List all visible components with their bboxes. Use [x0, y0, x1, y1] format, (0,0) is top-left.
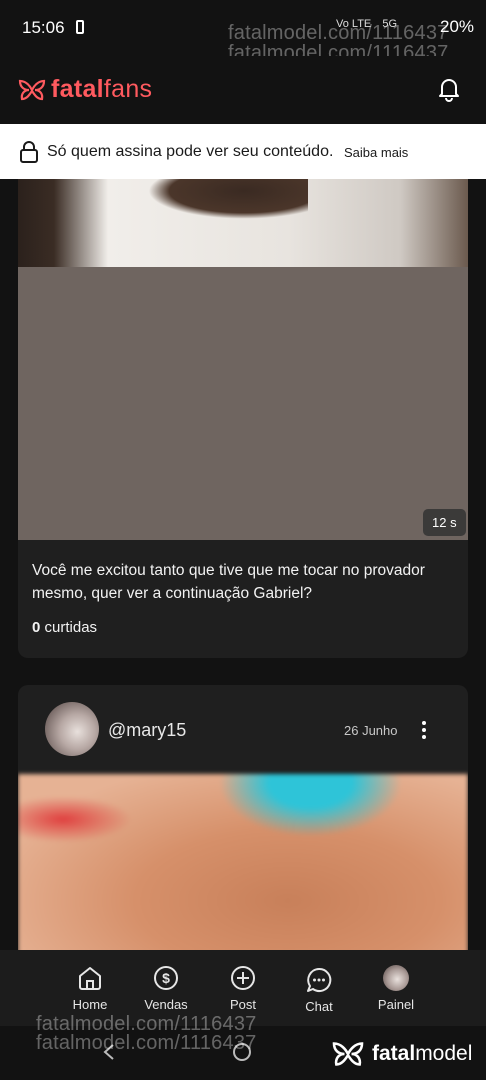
- butterfly-logo-icon: [332, 1042, 364, 1066]
- subscription-banner: Só quem assina pode ver seu conteúdo. Sa…: [0, 124, 486, 179]
- avatar: [383, 965, 409, 991]
- nav-chat-label: Chat: [305, 999, 333, 1014]
- chat-icon: [307, 967, 332, 992]
- post-username[interactable]: @mary15: [108, 720, 186, 741]
- nav-chat[interactable]: Chat: [281, 966, 357, 1014]
- nav-post-label: Post: [229, 997, 256, 1012]
- svg-text:$: $: [162, 970, 170, 986]
- likes-count: 0 curtidas: [32, 619, 97, 636]
- more-options-icon[interactable]: [422, 721, 428, 742]
- nav-home-label: Home: [72, 997, 108, 1012]
- post-date: 26 Junho: [344, 723, 398, 738]
- post-card: @mary15 26 Junho: [18, 685, 468, 955]
- butterfly-logo-icon: [18, 79, 46, 100]
- fatalmodel-watermark-logo: fatalmodel: [330, 1040, 472, 1068]
- plus-circle-icon: [231, 966, 255, 990]
- bell-icon[interactable]: [437, 76, 461, 102]
- nav-home[interactable]: Home: [52, 964, 128, 1012]
- nav-vendas-label: Vendas: [144, 997, 188, 1012]
- brand-name: fatalfans: [51, 75, 152, 104]
- dollar-icon: $: [154, 966, 178, 990]
- status-time: 15:06: [22, 18, 65, 37]
- nav-painel[interactable]: Painel: [358, 964, 434, 1012]
- sim-icon: [76, 20, 84, 34]
- home-icon: [79, 967, 101, 990]
- fm-regular: model: [415, 1042, 473, 1065]
- brand-bold: fatal: [51, 75, 104, 103]
- fatalmodel-watermark-text: fatalmodel: [372, 1042, 472, 1066]
- nav-post[interactable]: Post: [205, 964, 281, 1012]
- banner-text: Só quem assina pode ver seu conteúdo.: [47, 143, 334, 160]
- fatalfans-logo[interactable]: fatalfans: [18, 75, 152, 104]
- post-card: 12 s Você me excitou tanto que tive que …: [18, 179, 468, 658]
- nav-vendas[interactable]: $ Vendas: [128, 964, 204, 1012]
- video-duration-badge: 12 s: [423, 509, 466, 536]
- brand-regular: fans: [103, 75, 153, 103]
- fm-bold: fatal: [372, 1042, 416, 1065]
- likes-number: 0: [32, 619, 41, 636]
- locked-post-image[interactable]: [18, 774, 468, 955]
- video-thumbnail[interactable]: [18, 267, 468, 540]
- watermark-bottom-2: fatalmodel.com/1116437: [36, 1032, 257, 1054]
- lock-icon: [20, 141, 38, 163]
- learn-more-link[interactable]: Saiba mais: [344, 145, 408, 160]
- post-image-detail: [148, 179, 308, 219]
- likes-label: curtidas: [44, 619, 98, 636]
- nav-painel-label: Painel: [377, 997, 415, 1012]
- app-header: fatalfans: [0, 56, 486, 124]
- avatar[interactable]: [45, 702, 99, 756]
- post-caption: Você me excitou tanto que tive que me to…: [32, 562, 425, 602]
